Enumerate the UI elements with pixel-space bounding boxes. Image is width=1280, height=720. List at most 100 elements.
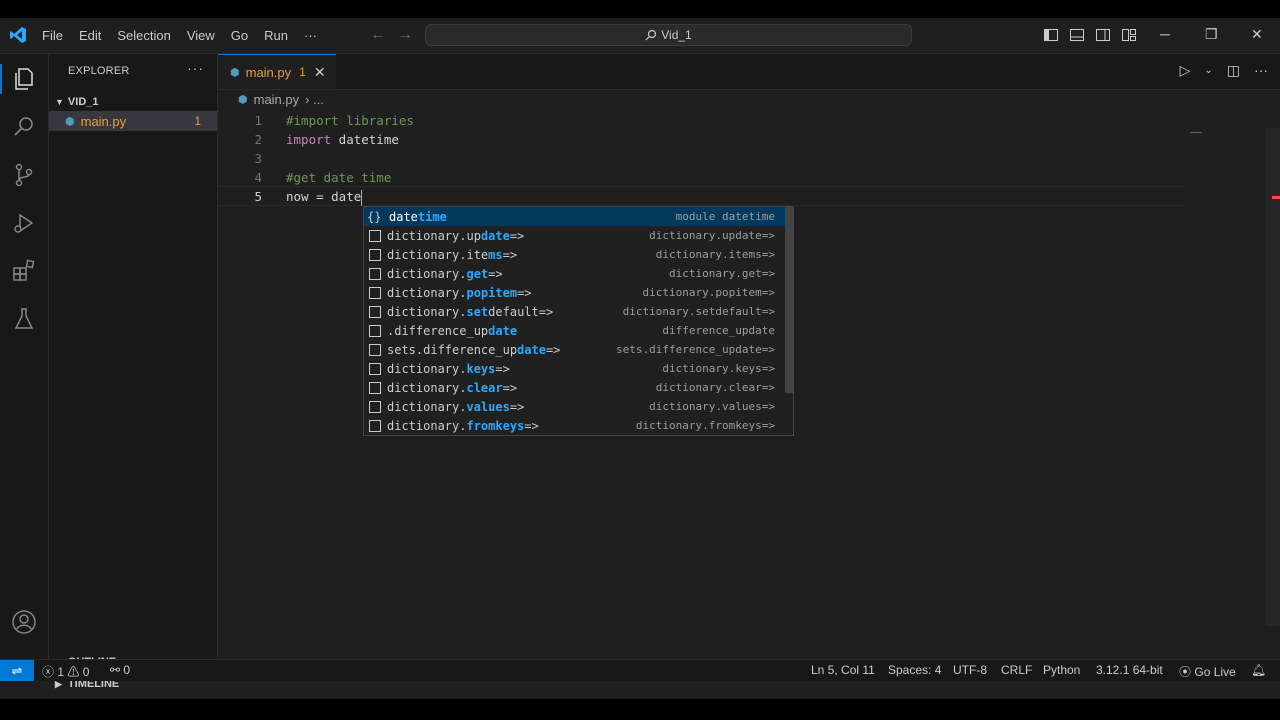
minimap[interactable] bbox=[1190, 132, 1202, 133]
search-icon[interactable] bbox=[11, 114, 37, 140]
problems-indicator[interactable]: ⓧ 1 ⚠ 0 bbox=[42, 663, 89, 680]
language-mode[interactable]: Python bbox=[1043, 663, 1080, 677]
restore-button[interactable]: ❐ bbox=[1205, 26, 1218, 43]
error-count: 1 bbox=[57, 665, 65, 679]
suggestion-item[interactable]: dictionary.popitem=> dictionary.popitem=> bbox=[364, 283, 785, 302]
file-item-main-py[interactable]: ⬢ main.py 1 bbox=[49, 111, 217, 131]
suggestion-item[interactable]: dictionary.items=> dictionary.items=> bbox=[364, 245, 785, 264]
search-icon bbox=[645, 29, 657, 41]
split-editor-icon[interactable]: ◫ bbox=[1227, 62, 1240, 80]
cursor-position[interactable]: Ln 5, Col 11 bbox=[811, 663, 875, 677]
suggestion-label: dictionary.get=> bbox=[387, 267, 669, 281]
suggestion-item[interactable]: dictionary.get=> dictionary.get=> bbox=[364, 264, 785, 283]
extensions-icon[interactable] bbox=[11, 258, 37, 284]
tab-main-py[interactable]: ⬢ main.py 1 ✕ bbox=[218, 54, 336, 89]
run-python-icon[interactable]: ▷ bbox=[1180, 62, 1191, 80]
folder-vid-1[interactable]: ▼ VID_1 bbox=[49, 92, 217, 112]
suggestion-item[interactable]: {} datetime module datetime bbox=[364, 207, 785, 226]
suggestion-item[interactable]: sets.difference_update=> sets.difference_… bbox=[364, 340, 785, 359]
testing-icon[interactable] bbox=[11, 306, 37, 332]
sidebar-more-actions[interactable]: ··· bbox=[187, 60, 204, 76]
suggestion-detail: dictionary.keys=> bbox=[662, 362, 775, 375]
go-live-button[interactable]: ⦿ Go Live bbox=[1179, 663, 1236, 680]
suggestion-text: date bbox=[389, 209, 418, 224]
suggestion-detail: dictionary.values=> bbox=[649, 400, 775, 413]
vscode-logo-icon bbox=[10, 27, 26, 43]
toggle-secondary-sidebar-icon[interactable] bbox=[1095, 27, 1111, 43]
snippet-box-icon bbox=[369, 362, 381, 375]
indentation[interactable]: Spaces: 4 bbox=[888, 663, 941, 677]
remote-indicator-icon[interactable]: ⇌ bbox=[0, 660, 34, 681]
suggestion-item[interactable]: dictionary.update=> dictionary.update=> bbox=[364, 226, 785, 245]
more-actions-icon[interactable]: ··· bbox=[1254, 62, 1268, 80]
go-live-label: Go Live bbox=[1194, 665, 1236, 679]
back-arrow-icon[interactable]: ← bbox=[370, 26, 386, 44]
menu-more[interactable]: ··· bbox=[296, 28, 325, 43]
menu-run[interactable]: Run bbox=[256, 28, 296, 43]
suggestion-item[interactable]: dictionary.values=> dictionary.values=> bbox=[364, 397, 785, 416]
suggest-scrollbar[interactable] bbox=[785, 207, 793, 393]
snippet-box-icon bbox=[369, 229, 381, 242]
command-center-label: Vid_1 bbox=[661, 28, 692, 42]
menu-view[interactable]: View bbox=[179, 28, 223, 43]
suggestion-item[interactable]: dictionary.setdefault=> dictionary.setdef… bbox=[364, 302, 785, 321]
suggestion-text: default=> bbox=[488, 304, 554, 319]
status-bar: ⇌ ⓧ 1 ⚠ 0 ⚯ 0 Ln 5, Col 11 Spaces: 4 UTF… bbox=[0, 659, 1280, 681]
line-number: 4 bbox=[254, 170, 262, 185]
overview-ruler[interactable] bbox=[1266, 128, 1280, 626]
forward-arrow-icon[interactable]: → bbox=[397, 26, 413, 44]
chevron-down-icon[interactable]: ⌄ bbox=[1204, 62, 1212, 80]
breadcrumb-rest[interactable]: › ... bbox=[305, 92, 324, 107]
snippet-box-icon bbox=[369, 419, 381, 432]
suggestion-match: keys bbox=[466, 361, 496, 376]
accounts-icon[interactable] bbox=[11, 609, 37, 635]
suggestion-match: date bbox=[480, 228, 510, 243]
suggestion-item[interactable]: dictionary.keys=> dictionary.keys=> bbox=[364, 359, 785, 378]
suggestion-item[interactable]: dictionary.clear=> dictionary.clear=> bbox=[364, 378, 785, 397]
suggestion-item[interactable]: .difference_update difference_update bbox=[364, 321, 785, 340]
menu-go[interactable]: Go bbox=[223, 28, 256, 43]
suggestion-text: dictionary. bbox=[387, 399, 467, 414]
toggle-primary-sidebar-icon[interactable] bbox=[1043, 27, 1059, 43]
suggestion-text: => bbox=[517, 285, 532, 300]
title-bar: File Edit Selection View Go Run ··· ← → … bbox=[0, 18, 1280, 54]
suggestion-detail: dictionary.fromkeys=> bbox=[635, 419, 775, 432]
code-line: #get date time bbox=[286, 170, 392, 185]
close-window-button[interactable]: ✕ bbox=[1251, 26, 1263, 43]
python-interpreter[interactable]: 3.12.1 64-bit bbox=[1096, 663, 1163, 677]
menu-selection[interactable]: Selection bbox=[109, 28, 178, 43]
breadcrumb-file[interactable]: main.py bbox=[254, 92, 300, 107]
encoding[interactable]: UTF-8 bbox=[953, 663, 987, 677]
suggestion-item[interactable]: dictionary.fromkeys=> dictionary.fromkeys… bbox=[364, 416, 785, 435]
suggestion-label: dictionary.values=> bbox=[387, 400, 649, 414]
explorer-sidebar: EXPLORER ··· ▼ VID_1 ⬢ main.py 1 ▶ OUTLI… bbox=[49, 54, 218, 690]
suggestion-detail: dictionary.clear=> bbox=[655, 381, 775, 394]
suggestion-label: dictionary.items=> bbox=[387, 248, 656, 262]
notifications-bell-icon[interactable]: 🔔︎ bbox=[1251, 663, 1266, 677]
menu-edit[interactable]: Edit bbox=[71, 28, 109, 43]
customize-layout-icon[interactable] bbox=[1121, 27, 1137, 43]
code-line: import datetime bbox=[286, 132, 399, 147]
minimize-button[interactable]: ─ bbox=[1160, 26, 1170, 42]
menu-bar: File Edit Selection View Go Run ··· bbox=[34, 18, 325, 53]
snippet-box-icon bbox=[369, 267, 381, 280]
snippet-box-icon bbox=[369, 343, 381, 356]
end-of-line[interactable]: CRLF bbox=[1001, 663, 1032, 677]
toggle-panel-icon[interactable] bbox=[1069, 27, 1085, 43]
suggestion-match: date bbox=[488, 323, 518, 338]
menu-file[interactable]: File bbox=[34, 28, 71, 43]
run-debug-icon[interactable] bbox=[11, 210, 37, 236]
source-control-icon[interactable] bbox=[11, 162, 37, 188]
text-cursor bbox=[361, 189, 363, 206]
suggestion-detail: module datetime bbox=[675, 210, 775, 223]
close-icon[interactable]: ✕ bbox=[314, 64, 326, 81]
ports-count: 0 bbox=[123, 663, 131, 677]
editor-actions: ▷ ⌄ ◫ ··· bbox=[1180, 62, 1268, 80]
antenna-icon: ⦿ bbox=[1179, 665, 1192, 679]
suggestion-text: sets.difference_up bbox=[387, 342, 518, 357]
command-center[interactable]: Vid_1 bbox=[425, 24, 912, 46]
breadcrumb: ⬢ main.py › ... bbox=[238, 92, 324, 107]
ports-indicator[interactable]: ⚯ 0 bbox=[110, 663, 130, 677]
suggestion-match: popitem bbox=[466, 285, 518, 300]
explorer-icon[interactable] bbox=[11, 66, 37, 92]
